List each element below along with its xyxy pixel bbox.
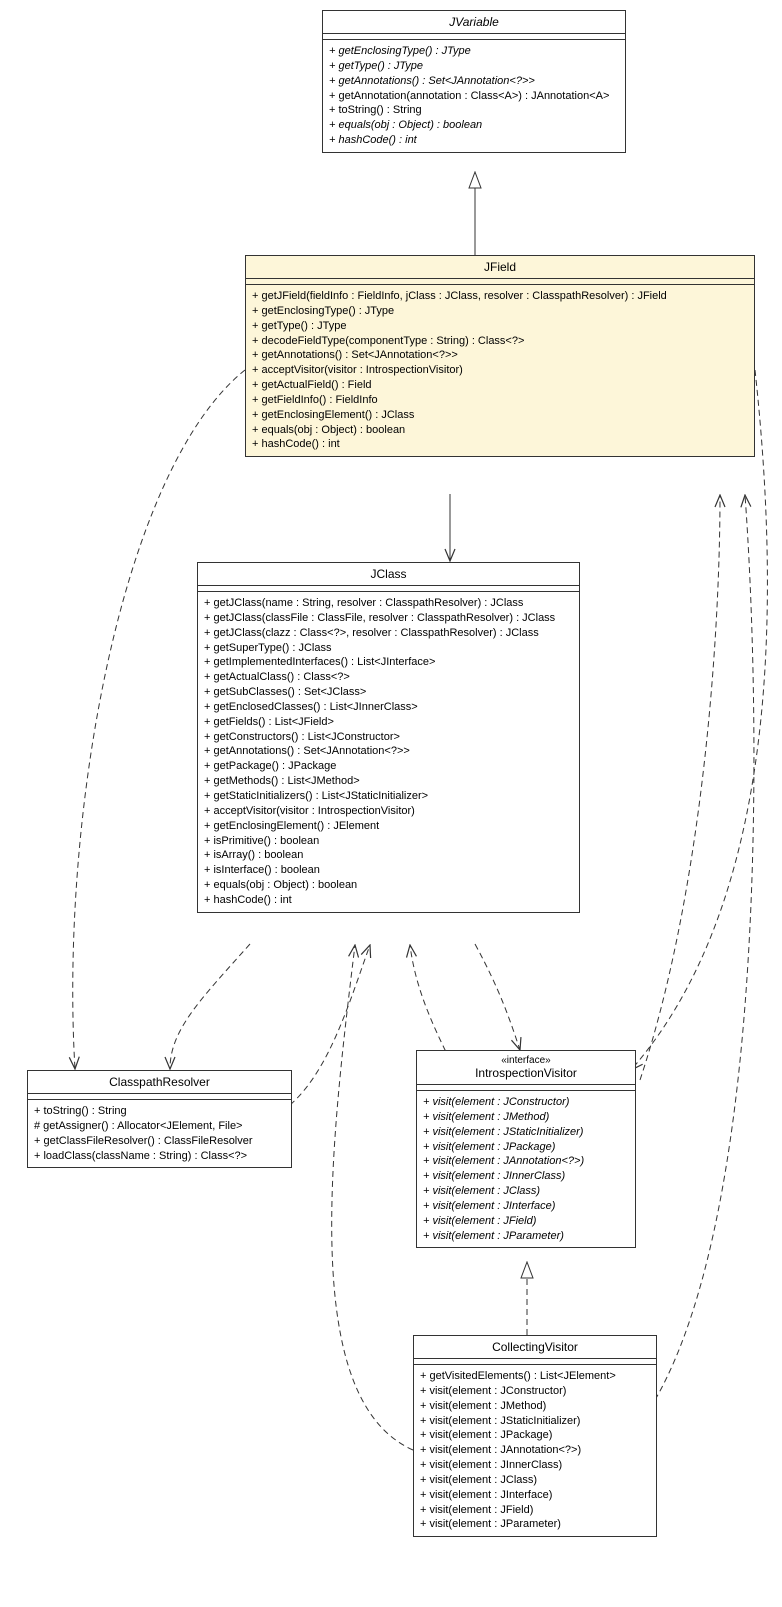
- method: + getClassFileResolver() : ClassFileReso…: [34, 1134, 285, 1149]
- method: + getEnclosingElement() : JElement: [204, 819, 573, 834]
- method: + getJClass(name : String, resolver : Cl…: [204, 596, 573, 611]
- method: + toString() : String: [34, 1104, 285, 1119]
- method: + getAnnotations() : Set<JAnnotation<?>>: [204, 744, 573, 759]
- class-introspectionvisitor: «interface» IntrospectionVisitor + visit…: [416, 1050, 636, 1248]
- method: + isArray() : boolean: [204, 848, 573, 863]
- method: + visit(element : JInterface): [423, 1199, 629, 1214]
- class-name: JVariable: [449, 15, 499, 29]
- method: + toString() : String: [329, 103, 619, 118]
- method: + getImplementedInterfaces() : List<JInt…: [204, 655, 573, 670]
- method: + isInterface() : boolean: [204, 863, 573, 878]
- class-name: ClasspathResolver: [109, 1075, 210, 1089]
- method: + visit(element : JParameter): [420, 1517, 650, 1532]
- method: + isPrimitive() : boolean: [204, 834, 573, 849]
- method: + visit(element : JClass): [420, 1473, 650, 1488]
- method: + hashCode() : int: [204, 893, 573, 908]
- method: + getType() : JType: [329, 59, 619, 74]
- class-title: JVariable: [323, 11, 625, 34]
- method: + acceptVisitor(visitor : IntrospectionV…: [204, 804, 573, 819]
- method: + visit(element : JInnerClass): [420, 1458, 650, 1473]
- method: + visit(element : JPackage): [420, 1428, 650, 1443]
- method: + getMethods() : List<JMethod>: [204, 774, 573, 789]
- class-name: IntrospectionVisitor: [475, 1066, 577, 1080]
- method: + getEnclosingElement() : JClass: [252, 408, 748, 423]
- class-jvariable: JVariable + getEnclosingType() : JType+ …: [322, 10, 626, 153]
- method: + getEnclosedClasses() : List<JInnerClas…: [204, 700, 573, 715]
- method: + equals(obj : Object) : boolean: [204, 878, 573, 893]
- class-name: JField: [484, 260, 516, 274]
- method: + visit(element : JAnnotation<?>): [423, 1154, 629, 1169]
- class-jfield: JField + getJField(fieldInfo : FieldInfo…: [245, 255, 755, 457]
- method: + visit(element : JAnnotation<?>): [420, 1443, 650, 1458]
- method: + visit(element : JInnerClass): [423, 1169, 629, 1184]
- method: + getEnclosingType() : JType: [252, 304, 748, 319]
- method: + getActualField() : Field: [252, 378, 748, 393]
- method: + hashCode() : int: [329, 133, 619, 148]
- methods-section: + toString() : String# getAssigner() : A…: [28, 1100, 291, 1167]
- method: + getEnclosingType() : JType: [329, 44, 619, 59]
- method: + acceptVisitor(visitor : IntrospectionV…: [252, 363, 748, 378]
- methods-section: + getJField(fieldInfo : FieldInfo, jClas…: [246, 285, 754, 456]
- method: + equals(obj : Object) : boolean: [329, 118, 619, 133]
- method: + visit(element : JMethod): [423, 1110, 629, 1125]
- class-collectingvisitor: CollectingVisitor + getVisitedElements()…: [413, 1335, 657, 1537]
- method: + getAnnotation(annotation : Class<A>) :…: [329, 89, 619, 104]
- method: + visit(element : JConstructor): [420, 1384, 650, 1399]
- method: + getFieldInfo() : FieldInfo: [252, 393, 748, 408]
- class-name: CollectingVisitor: [492, 1340, 578, 1354]
- method: + equals(obj : Object) : boolean: [252, 423, 748, 438]
- method: + visit(element : JParameter): [423, 1229, 629, 1244]
- method: + getSuperType() : JClass: [204, 641, 573, 656]
- method: + getVisitedElements() : List<JElement>: [420, 1369, 650, 1384]
- method: + getPackage() : JPackage: [204, 759, 573, 774]
- methods-section: + visit(element : JConstructor)+ visit(e…: [417, 1091, 635, 1247]
- methods-section: + getEnclosingType() : JType+ getType() …: [323, 40, 625, 152]
- method: + getJClass(clazz : Class<?>, resolver :…: [204, 626, 573, 641]
- class-title: CollectingVisitor: [414, 1336, 656, 1359]
- method: + getSubClasses() : Set<JClass>: [204, 685, 573, 700]
- methods-section: + getVisitedElements() : List<JElement>+…: [414, 1365, 656, 1536]
- method: + visit(element : JPackage): [423, 1140, 629, 1155]
- method: + getAnnotations() : Set<JAnnotation<?>>: [329, 74, 619, 89]
- method: + getAnnotations() : Set<JAnnotation<?>>: [252, 348, 748, 363]
- method: + visit(element : JMethod): [420, 1399, 650, 1414]
- method: + visit(element : JField): [423, 1214, 629, 1229]
- method: + visit(element : JInterface): [420, 1488, 650, 1503]
- method: + visit(element : JClass): [423, 1184, 629, 1199]
- method: + getFields() : List<JField>: [204, 715, 573, 730]
- method: # getAssigner() : Allocator<JElement, Fi…: [34, 1119, 285, 1134]
- method: + visit(element : JField): [420, 1503, 650, 1518]
- method: + hashCode() : int: [252, 437, 748, 452]
- method: + visit(element : JStaticInitializer): [423, 1125, 629, 1140]
- class-title: «interface» IntrospectionVisitor: [417, 1051, 635, 1085]
- method: + visit(element : JStaticInitializer): [420, 1414, 650, 1429]
- method: + getStaticInitializers() : List<JStatic…: [204, 789, 573, 804]
- class-title: JClass: [198, 563, 579, 586]
- class-title: JField: [246, 256, 754, 279]
- class-classpathresolver: ClasspathResolver + toString() : String#…: [27, 1070, 292, 1168]
- methods-section: + getJClass(name : String, resolver : Cl…: [198, 592, 579, 912]
- stereotype: «interface»: [423, 1055, 629, 1066]
- method: + visit(element : JConstructor): [423, 1095, 629, 1110]
- class-title: ClasspathResolver: [28, 1071, 291, 1094]
- method: + loadClass(className : String) : Class<…: [34, 1149, 285, 1164]
- method: + getActualClass() : Class<?>: [204, 670, 573, 685]
- class-name: JClass: [370, 567, 406, 581]
- method: + getType() : JType: [252, 319, 748, 334]
- class-jclass: JClass + getJClass(name : String, resolv…: [197, 562, 580, 913]
- method: + getJClass(classFile : ClassFile, resol…: [204, 611, 573, 626]
- method: + getJField(fieldInfo : FieldInfo, jClas…: [252, 289, 748, 304]
- method: + getConstructors() : List<JConstructor>: [204, 730, 573, 745]
- method: + decodeFieldType(componentType : String…: [252, 334, 748, 349]
